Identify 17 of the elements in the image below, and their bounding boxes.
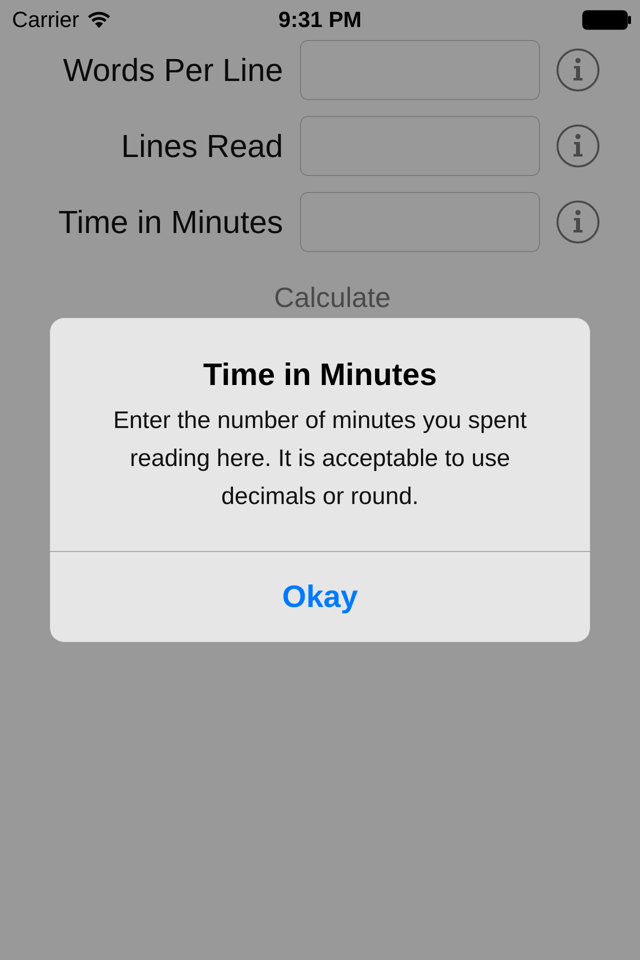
input-field[interactable]	[300, 40, 540, 100]
input-field[interactable]	[300, 192, 540, 252]
wifi-icon	[87, 11, 112, 29]
status-time: 9:31 PM	[278, 7, 362, 33]
calculate-button[interactable]: Calculate	[274, 282, 391, 314]
info-icon[interactable]	[556, 200, 600, 244]
field-label: Words Per Line	[62, 52, 283, 88]
info-icon[interactable]	[556, 48, 600, 92]
alert-message: Enter the number of minutes you spent reading here. It is acceptable to use decimals or round.	[112, 406, 528, 512]
battery-icon	[582, 10, 632, 30]
field-label: Time in Minutes	[57, 204, 283, 240]
okay-button[interactable]: Okay	[262, 573, 378, 621]
field-label: Lines Read	[120, 128, 283, 164]
alert-title: Time in Minutes	[202, 356, 438, 394]
carrier-name: Carrier	[12, 7, 80, 33]
input-field[interactable]	[300, 116, 540, 176]
info-icon[interactable]	[556, 124, 600, 168]
